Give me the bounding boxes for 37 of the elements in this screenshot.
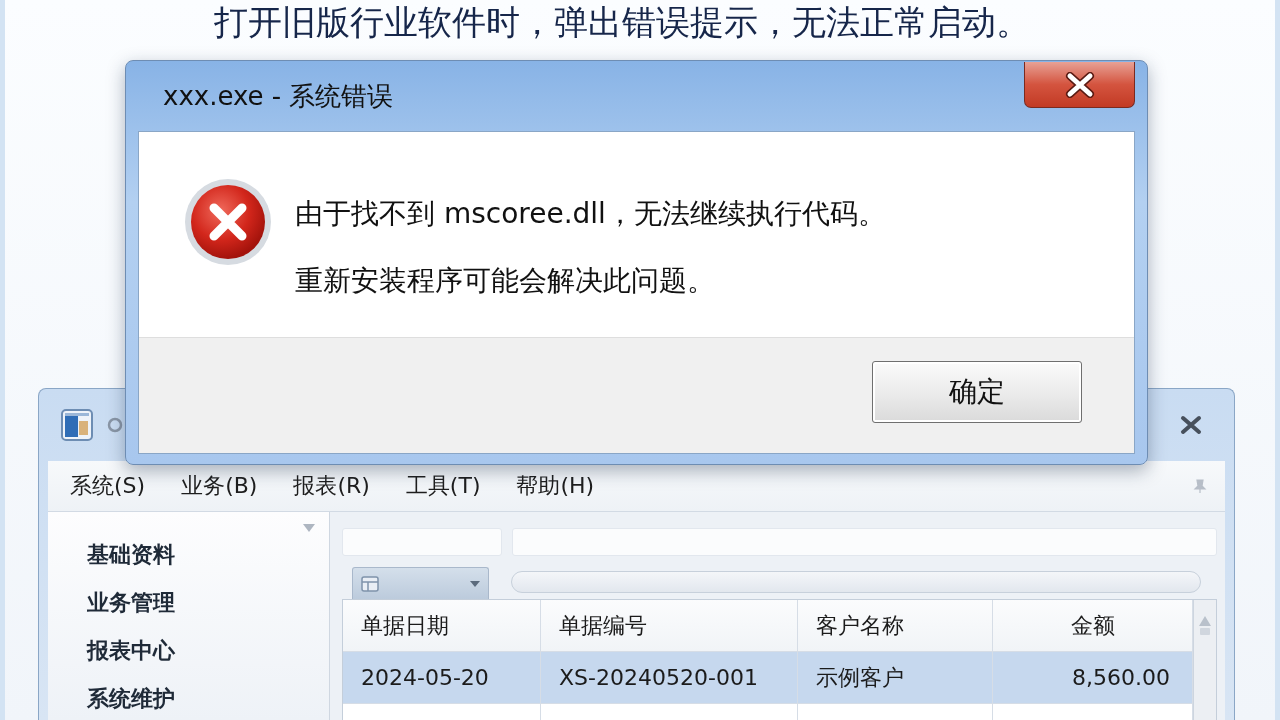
table-cell: XS-20240520-001 — [541, 652, 798, 703]
ring-icon — [107, 417, 123, 433]
menu-item[interactable]: 工具(T) — [405, 471, 481, 501]
error-icon — [184, 178, 272, 266]
close-button[interactable] — [1024, 62, 1135, 108]
caption-text: 打开旧版行业软件时，弹出错误提示，无法正常启动。 — [214, 1, 1030, 44]
error-message: 重新安装程序可能会解决此问题。 — [295, 263, 716, 299]
table-cell: 2024-05-20 — [343, 652, 541, 703]
menu-item[interactable]: 帮助(H) — [516, 471, 595, 501]
table-icon — [361, 575, 379, 592]
app-icon — [61, 409, 93, 441]
horizontal-scrollbar[interactable] — [511, 571, 1201, 593]
table-row[interactable]: 2024-05-20 XS-20240520-001 示例客户 8,560.00 — [343, 652, 1193, 704]
caret-icon[interactable] — [303, 524, 315, 532]
column-header: 单据编号 — [541, 600, 798, 651]
close-icon — [1064, 71, 1095, 98]
column-header: 单据日期 — [343, 600, 541, 651]
input-field[interactable] — [342, 528, 502, 556]
sidebar-item[interactable]: 基础资料 — [87, 531, 329, 579]
menu-item[interactable]: 业务(B) — [181, 471, 258, 501]
document-tab[interactable] — [352, 567, 489, 599]
vertical-scrollbar[interactable] — [1193, 600, 1216, 720]
caret-icon[interactable] — [470, 580, 480, 587]
column-header: 客户名称 — [798, 600, 993, 651]
dialog-title: xxx.exe - 系统错误 — [162, 79, 395, 113]
sidebar-item[interactable]: 报表中心 — [87, 627, 329, 675]
up-arrow-icon[interactable] — [1198, 614, 1212, 636]
sidebar-item[interactable]: 系统维护 — [87, 675, 329, 720]
pin-icon[interactable] — [1193, 478, 1207, 494]
sidebar-item[interactable]: 业务管理 — [87, 579, 329, 627]
menu-item[interactable]: 报表(R) — [293, 471, 370, 501]
menu-item[interactable]: 系统(S) — [70, 471, 146, 501]
input-field[interactable] — [512, 528, 1217, 556]
close-icon — [1180, 415, 1202, 435]
table-cell: 示例客户 — [798, 652, 993, 703]
error-message: 由于找不到 mscoree.dll，无法继续执行代码。 — [295, 196, 886, 232]
ok-button[interactable]: 确定 — [872, 360, 1082, 423]
